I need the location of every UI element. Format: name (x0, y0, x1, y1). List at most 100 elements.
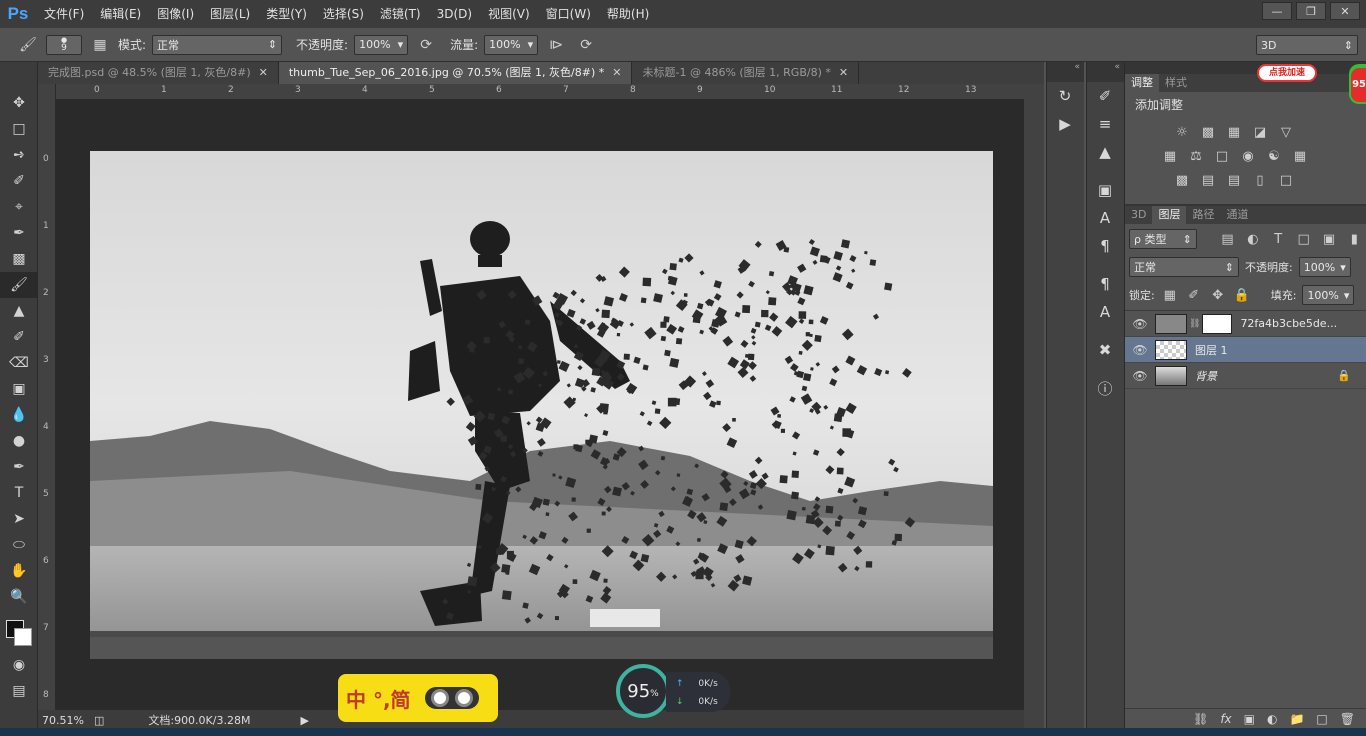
threshold-icon[interactable]: ▤ (1225, 171, 1243, 189)
black-white-icon[interactable]: □ (1213, 147, 1231, 165)
lock-transparent-icon[interactable]: ▦ (1161, 286, 1179, 304)
brush-preset-picker[interactable]: ● 9 (46, 34, 82, 55)
add-mask-icon[interactable]: ▣ (1244, 712, 1255, 726)
filter-pixel-icon[interactable]: ▤ (1219, 230, 1236, 248)
brush-tool-icon[interactable]: 🖌 (0, 272, 38, 298)
levels-icon[interactable]: ▩ (1199, 123, 1217, 141)
background-color[interactable] (14, 628, 32, 646)
paragraph-styles-icon[interactable]: A (1087, 298, 1123, 326)
menu-window[interactable]: 窗口(W) (538, 0, 599, 28)
layer-row[interactable]: 👁 ⛓ 72fa4b3cbe5de... (1125, 311, 1366, 337)
menu-filter[interactable]: 滤镜(T) (372, 0, 429, 28)
ime-status[interactable]: 中 °,简 (346, 684, 411, 713)
workspace-select[interactable]: 3D ⇕ (1256, 35, 1358, 55)
hue-saturation-icon[interactable]: ▦ (1161, 147, 1179, 165)
character-panel-icon[interactable]: A (1087, 204, 1123, 232)
brush-tool-icon[interactable]: 🖌 (16, 34, 40, 56)
opacity-input[interactable]: 100% ▾ (354, 34, 409, 55)
menu-view[interactable]: 视图(V) (480, 0, 538, 28)
menu-image[interactable]: 图像(I) (149, 0, 202, 28)
airbrush-icon[interactable]: ⧐ (544, 34, 568, 56)
channel-mixer-icon[interactable]: ☯ (1265, 147, 1283, 165)
visibility-eye-icon[interactable]: 👁 (1125, 317, 1155, 331)
paragraph-panel-icon[interactable]: ¶ (1087, 232, 1123, 260)
layer-row[interactable]: 👁 背景 🔒 (1125, 363, 1366, 389)
pressure-opacity-icon[interactable]: ⟳ (414, 34, 438, 56)
close-button[interactable]: ✕ (1330, 2, 1360, 20)
pressure-size-icon[interactable]: ⟳ (574, 34, 598, 56)
panel-collapse-bar[interactable] (1125, 62, 1366, 74)
tab-styles[interactable]: 样式 (1159, 74, 1193, 92)
layer-row[interactable]: 👁 图层 1 (1125, 337, 1366, 363)
photo-filter-icon[interactable]: ◉ (1239, 147, 1257, 165)
brightness-contrast-icon[interactable]: ☼ (1173, 123, 1191, 141)
minimize-button[interactable]: — (1262, 2, 1292, 20)
gradient-map-icon[interactable]: □ (1277, 171, 1295, 189)
gradient-tool-icon[interactable]: ▣ (0, 376, 38, 402)
history-panel-icon[interactable]: ↻ (1047, 82, 1083, 110)
path-select-tool-icon[interactable]: ➤ (0, 506, 38, 532)
history-brush-tool-icon[interactable]: ✐ (0, 324, 38, 350)
filter-shape-icon[interactable]: □ (1295, 230, 1312, 248)
flow-input[interactable]: 100% ▾ (484, 34, 539, 55)
mode-select[interactable]: 正常 ⇕ (152, 34, 283, 55)
status-menu-arrow-icon[interactable]: ▶ (300, 714, 308, 727)
blur-tool-icon[interactable]: 💧 (0, 402, 38, 428)
brush-panel-icon[interactable]: ▦ (88, 34, 112, 56)
tab-thumb-jpg[interactable]: thumb_Tue_Sep_06_2016.jpg @ 70.5% (图层 1,… (278, 62, 633, 84)
exposure-icon[interactable]: ◪ (1251, 123, 1269, 141)
quick-mask-icon[interactable]: ◉ (0, 652, 38, 678)
crop-tool-icon[interactable]: ⌖ (0, 194, 38, 220)
pen-tool-icon[interactable]: ✒ (0, 454, 38, 480)
quick-select-tool-icon[interactable]: ✐ (0, 168, 38, 194)
tool-presets-icon[interactable]: ✖ (1087, 336, 1123, 364)
vibrance-icon[interactable]: ▽ (1277, 123, 1295, 141)
character-styles-icon[interactable]: ¶ (1087, 270, 1123, 298)
tab-untitled-1[interactable]: 未标题-1 @ 486% (图层 1, RGB/8) * ✕ (632, 62, 860, 84)
document-canvas[interactable] (90, 151, 993, 659)
link-chain-icon[interactable]: ⛓ (1189, 319, 1200, 329)
fill-input[interactable]: 100% ▾ (1302, 285, 1355, 305)
invert-icon[interactable]: ▩ (1173, 171, 1191, 189)
filter-adjust-icon[interactable]: ◐ (1244, 230, 1261, 248)
brush-settings-icon[interactable]: ≡ (1087, 110, 1123, 138)
menu-layer[interactable]: 图层(L) (202, 0, 258, 28)
delete-layer-icon[interactable]: 🗑 (1340, 712, 1355, 726)
color-lookup-icon[interactable]: ▦ (1291, 147, 1309, 165)
collapse-arrows-icon[interactable]: « (1047, 62, 1084, 82)
blend-mode-select[interactable]: 正常 ⇕ (1129, 257, 1239, 277)
zoom-level[interactable]: 70.51% (42, 714, 84, 727)
posterize-icon[interactable]: ▤ (1199, 171, 1217, 189)
new-layer-icon[interactable]: □ (1316, 712, 1327, 726)
tab-adjustments[interactable]: 调整 (1125, 74, 1159, 92)
color-swatches[interactable] (0, 610, 37, 652)
layer-filter-select[interactable]: ρ 类型 ⇕ (1129, 229, 1197, 249)
menu-select[interactable]: 选择(S) (315, 0, 372, 28)
fx-icon[interactable]: fx (1220, 712, 1231, 726)
lasso-tool-icon[interactable]: ➺ (0, 142, 38, 168)
filter-smart-icon[interactable]: ▣ (1320, 230, 1337, 248)
lock-position-icon[interactable]: ✥ (1209, 286, 1227, 304)
screen-mode-icon[interactable]: ▤ (0, 678, 38, 704)
type-tool-icon[interactable]: T (0, 480, 38, 506)
eraser-tool-icon[interactable]: ⌫ (0, 350, 38, 376)
filter-type-icon[interactable]: T (1270, 230, 1287, 248)
tab-paths[interactable]: 路径 (1186, 206, 1220, 224)
zoom-tool-icon[interactable]: 🔍 (0, 584, 38, 610)
lock-pixels-icon[interactable]: ✐ (1185, 286, 1203, 304)
link-layers-icon[interactable]: ⛓ (1193, 712, 1208, 726)
tab-3d[interactable]: 3D (1125, 206, 1152, 224)
memory-usage-gauge[interactable]: 95% (616, 664, 670, 718)
clone-source-icon[interactable]: ▲ (1087, 138, 1123, 166)
layer-opacity-input[interactable]: 100% ▾ (1298, 257, 1351, 277)
menu-help[interactable]: 帮助(H) (599, 0, 657, 28)
menu-type[interactable]: 类型(Y) (258, 0, 315, 28)
ellipse-tool-icon[interactable]: ⬭ (0, 532, 38, 558)
selective-color-icon[interactable]: ▯ (1251, 171, 1269, 189)
tab-channels[interactable]: 通道 (1220, 206, 1254, 224)
menu-edit[interactable]: 编辑(E) (92, 0, 149, 28)
new-adjustment-icon[interactable]: ◐ (1267, 712, 1277, 726)
close-tab-icon[interactable]: ✕ (259, 62, 268, 84)
close-tab-icon[interactable]: ✕ (612, 62, 621, 84)
curves-icon[interactable]: ▦ (1225, 123, 1243, 141)
